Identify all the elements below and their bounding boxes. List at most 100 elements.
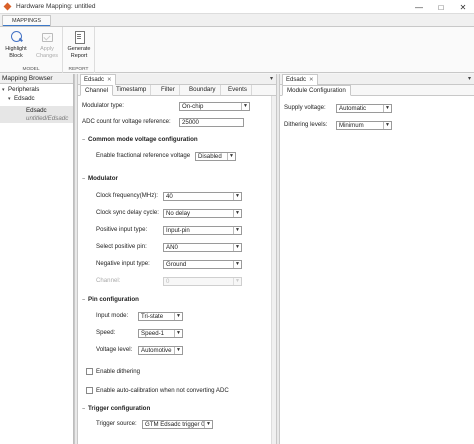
speed-dropdown[interactable]: Speed-1 ▼: [138, 329, 183, 338]
tab-filter[interactable]: Filter: [157, 85, 180, 95]
tree-label: Peripherals: [8, 86, 40, 93]
apply-label-1: Apply: [40, 46, 54, 52]
input-mode-label: Input mode:: [96, 312, 129, 319]
section-title: Pin configuration: [88, 296, 139, 303]
chevron-down-icon: ▼: [233, 278, 241, 285]
negative-input-type-dropdown[interactable]: Ground ▼: [163, 260, 242, 269]
positive-input-type-dropdown[interactable]: Input-pin ▼: [163, 226, 242, 235]
pin-config-section-header[interactable]: − Pin configuration: [82, 296, 139, 304]
close-window-button[interactable]: ✕: [452, 0, 474, 14]
dropdown-value: Tri-state: [141, 313, 164, 320]
chevron-down-icon[interactable]: ▾: [468, 75, 471, 82]
group-label-model: MODEL: [22, 67, 40, 72]
chevron-down-icon: ▼: [233, 261, 241, 268]
tab-mappings[interactable]: MAPPINGS: [2, 15, 52, 27]
section-title: Common mode voltage configuration: [88, 136, 198, 143]
matlab-logo-icon: [3, 2, 12, 11]
tree-label: Edsadc: [14, 95, 35, 102]
report-group: Generate Report REPORT: [63, 27, 95, 73]
positive-input-type-label: Positive input type:: [96, 226, 148, 233]
panel-actions: ▾: [270, 75, 273, 82]
enable-autocal-checkbox[interactable]: [86, 387, 93, 394]
doc-tab-edsadc-module[interactable]: Edsadc ✕: [282, 74, 318, 85]
close-icon[interactable]: ✕: [107, 75, 112, 85]
modulator-section-header[interactable]: − Modulator: [82, 175, 118, 183]
tree-item-peripherals[interactable]: ▾ Peripherals: [0, 86, 73, 94]
enable-fractional-label: Enable fractional reference voltage: [96, 152, 191, 159]
maximize-button[interactable]: □: [430, 0, 452, 14]
tree-label: Edsadc: [26, 107, 47, 114]
tree-sublabel: untitled/Edsadc: [26, 114, 69, 122]
dropdown-value: AN0: [166, 244, 178, 251]
tab-timestamp[interactable]: Timestamp: [112, 85, 152, 95]
tree-item-edsadc-group[interactable]: ▾ Edsadc: [0, 95, 73, 103]
dithering-levels-label: Dithering levels:: [284, 121, 328, 128]
window-controls: — □ ✕: [408, 0, 474, 14]
clock-frequency-label: Clock frequency(MHz):: [96, 192, 158, 199]
dropdown-value: Input-pin: [166, 227, 190, 234]
chevron-down-icon: ▼: [233, 244, 241, 251]
enable-dithering-checkbox[interactable]: [86, 368, 93, 375]
section-title: Trigger configuration: [88, 405, 151, 412]
enable-autocal-label: Enable auto-calibration when not convert…: [96, 387, 229, 394]
clock-sync-dropdown[interactable]: No delay ▼: [163, 209, 242, 218]
chevron-down-icon: ▼: [233, 193, 241, 200]
adc-count-label: ADC count for voltage reference:: [82, 118, 171, 125]
mapping-browser-title: Mapping Browser: [0, 74, 73, 84]
select-positive-pin-dropdown[interactable]: AN0 ▼: [163, 243, 242, 252]
minimize-button[interactable]: —: [408, 0, 430, 14]
channel-dropdown[interactable]: 0 ▼: [163, 277, 242, 286]
chevron-down-icon: ▼: [174, 347, 182, 354]
generate-label-2: Report: [70, 52, 88, 59]
generate-report-icon: [72, 30, 86, 44]
generate-label-1: Generate: [67, 46, 91, 52]
mapping-browser-panel: Mapping Browser ▾ Peripherals ▾ Edsadc Eds…: [0, 74, 74, 444]
modulator-type-label: Modulator type:: [82, 102, 125, 109]
highlight-block-icon: [9, 30, 23, 44]
generate-report-button[interactable]: Generate Report: [63, 30, 95, 59]
clock-sync-label: Clock sync delay cycle:: [96, 209, 159, 216]
dropdown-value: Automatic: [339, 105, 367, 112]
adc-count-input[interactable]: 25000: [179, 118, 244, 127]
speed-label: Speed:: [96, 329, 116, 336]
tab-channel[interactable]: Channel: [80, 85, 114, 96]
doc-tab-edsadc[interactable]: Edsadc ✕: [80, 74, 116, 85]
input-mode-dropdown[interactable]: Tri-state ▼: [138, 312, 183, 321]
modulator-type-dropdown[interactable]: On-chip ▼: [179, 102, 250, 111]
dropdown-value: Disabled: [198, 153, 222, 160]
chevron-down-icon: ▼: [233, 227, 241, 234]
tab-module-configuration[interactable]: Module Configuration: [282, 85, 351, 96]
title-bar: Hardware Mapping: untitled — □ ✕: [0, 0, 474, 14]
doc-tab-label: Edsadc: [84, 77, 105, 83]
trigger-source-dropdown[interactable]: GTM Edsadc trigger 0 ▼: [142, 420, 213, 429]
chevron-down-icon: ▼: [174, 330, 182, 337]
supply-voltage-label: Supply voltage:: [284, 104, 326, 111]
apply-changes-button[interactable]: Apply Changes: [31, 30, 63, 59]
chevron-down-icon: ▼: [233, 210, 241, 217]
channel-subtabs: Channel Timestamp Filter Boundary Events: [78, 85, 276, 96]
dropdown-value: On-chip: [182, 103, 204, 110]
ribbon-tab-bar: MAPPINGS: [0, 14, 474, 27]
section-title: Modulator: [88, 175, 118, 182]
dithering-levels-dropdown[interactable]: Minimum ▼: [336, 121, 392, 130]
highlight-block-button[interactable]: Highlight Block: [0, 30, 32, 59]
tree-item-edsadc[interactable]: Edsadc untitled/Edsadc: [0, 106, 73, 123]
chevron-down-icon: ▼: [241, 103, 249, 110]
dropdown-value: Speed-1: [141, 330, 165, 337]
tab-events[interactable]: Events: [224, 85, 252, 95]
channel-label: Channel:: [96, 277, 121, 284]
close-icon[interactable]: ✕: [309, 75, 314, 85]
trigger-section-header[interactable]: − Trigger configuration: [82, 405, 150, 413]
doc-tab-bar: Edsadc ✕ ▾: [78, 74, 276, 85]
clock-frequency-dropdown[interactable]: 40 ▼: [163, 192, 242, 201]
supply-voltage-dropdown[interactable]: Automatic ▼: [336, 104, 392, 113]
enable-fractional-dropdown[interactable]: Disabled ▼: [195, 152, 236, 161]
module-subtabs: Module Configuration: [280, 85, 474, 96]
chevron-down-icon: ▼: [174, 313, 182, 320]
common-mode-section-header[interactable]: − Common mode voltage configuration: [82, 136, 198, 144]
dropdown-value: No delay: [166, 210, 191, 217]
chevron-down-icon[interactable]: ▾: [270, 75, 273, 82]
voltage-level-label: Voltage level:: [96, 346, 133, 353]
voltage-level-dropdown[interactable]: Automotive ▼: [138, 346, 183, 355]
tab-boundary[interactable]: Boundary: [185, 85, 221, 95]
